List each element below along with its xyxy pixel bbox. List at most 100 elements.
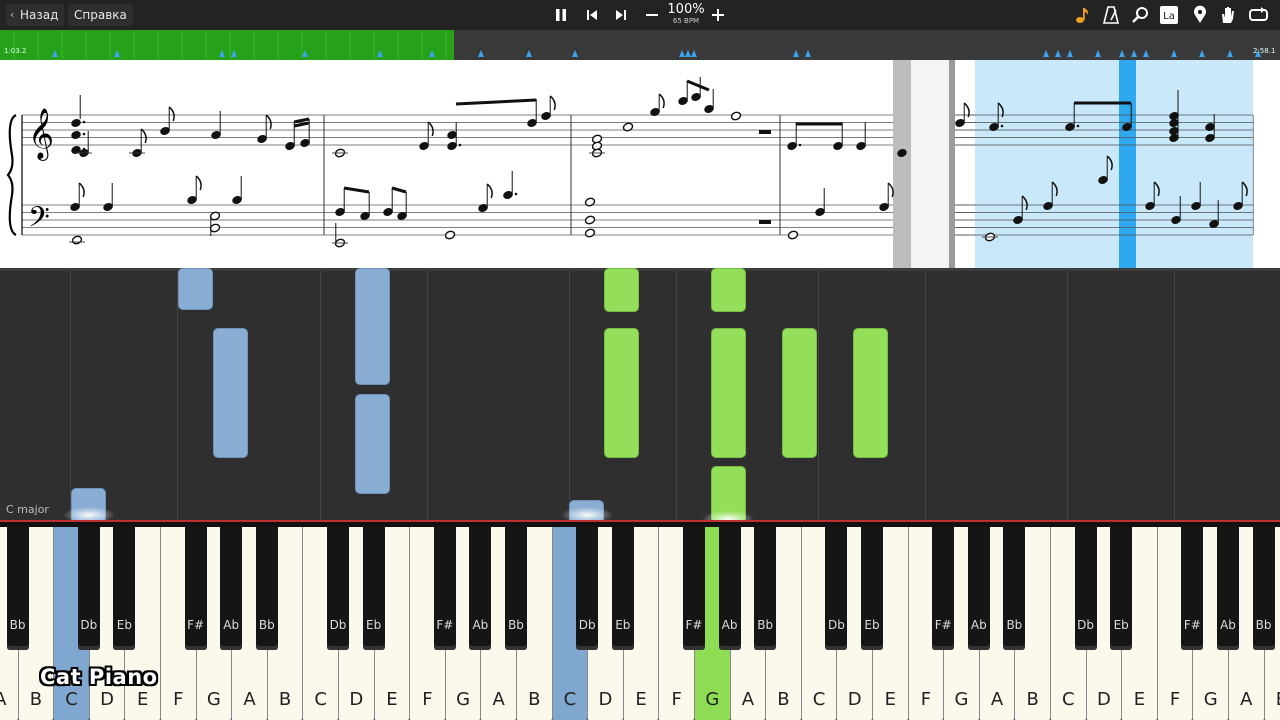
lane-divider — [1067, 271, 1068, 523]
note-beam — [391, 186, 407, 194]
black-key[interactable]: Eb — [362, 527, 385, 650]
note-flag — [265, 114, 272, 130]
note-head — [622, 122, 634, 132]
key-label: F# — [934, 618, 952, 632]
key-label: F — [920, 689, 932, 710]
skip-forward-button[interactable] — [610, 4, 632, 26]
key-label: Ab — [223, 618, 240, 632]
black-key[interactable]: Bb — [754, 527, 777, 650]
black-key[interactable]: Ab — [220, 527, 243, 650]
key-label: Db — [827, 618, 845, 632]
sound-button[interactable] — [1072, 5, 1092, 25]
black-key[interactable]: Ab — [718, 527, 741, 650]
note-flag — [427, 121, 434, 137]
right-hand-note — [782, 328, 817, 458]
markers-button[interactable] — [1190, 5, 1210, 25]
right-hand-note — [604, 268, 639, 312]
key-label: Eb — [615, 618, 631, 632]
black-key[interactable]: Ab — [1217, 527, 1239, 650]
note-flag — [140, 128, 147, 144]
key-label: F# — [1183, 618, 1201, 632]
search-button[interactable] — [1130, 5, 1150, 25]
metronome-button[interactable] — [1101, 5, 1121, 25]
black-key[interactable]: F# — [1181, 527, 1204, 650]
sheet-music[interactable]: 𝄞 𝄢 — [0, 60, 1280, 268]
song-timeline[interactable]: 1:03.2 2:58.1 — [0, 30, 1280, 60]
black-key[interactable]: Eb — [611, 527, 634, 650]
timeline-marker — [1043, 50, 1049, 57]
skip-back-button[interactable] — [581, 4, 603, 26]
note-dot — [82, 132, 86, 136]
note-head — [787, 230, 799, 240]
metronome-icon — [1102, 6, 1120, 24]
key-label: Bb — [1006, 618, 1023, 632]
black-key[interactable]: F# — [184, 527, 207, 650]
black-key[interactable]: Db — [77, 527, 100, 650]
loop-button[interactable] — [1248, 5, 1268, 25]
tempo-increase-button[interactable] — [707, 4, 729, 26]
key-label: Bb — [9, 618, 26, 632]
black-key[interactable]: Db — [825, 527, 848, 650]
key-label: F — [422, 689, 433, 710]
note-dot — [82, 120, 86, 124]
black-key[interactable]: F# — [433, 527, 456, 650]
black-key[interactable]: Bb — [505, 527, 527, 650]
timeline-marker — [526, 50, 532, 57]
lane-divider — [1174, 271, 1175, 523]
key-label: G — [456, 689, 471, 710]
note-beam — [686, 79, 710, 92]
key-signature-label: C major — [6, 503, 49, 516]
black-key[interactable]: Eb — [861, 527, 883, 650]
black-key[interactable]: Eb — [113, 527, 136, 650]
key-label: Ab — [970, 618, 987, 632]
black-key[interactable]: Bb — [6, 527, 29, 650]
sheet-music-canvas: 𝄞𝄢 — [6, 60, 1254, 268]
key-label: D — [100, 689, 115, 710]
black-key[interactable]: Db — [327, 527, 349, 650]
black-key[interactable]: Ab — [469, 527, 492, 650]
black-key[interactable]: Bb — [1003, 527, 1026, 650]
bass-clef: 𝄢 — [28, 201, 50, 241]
black-key[interactable]: Bb — [1252, 527, 1275, 650]
lane-divider — [320, 271, 321, 523]
timeline-marker — [1143, 50, 1149, 57]
timeline-marker — [1067, 50, 1073, 57]
timeline-marker — [1095, 50, 1101, 57]
black-key[interactable]: Bb — [255, 527, 278, 650]
pause-button[interactable] — [550, 4, 572, 26]
tempo-decrease-button[interactable] — [641, 4, 663, 26]
timeline-marker — [302, 50, 308, 57]
note-labels-button[interactable]: La — [1159, 5, 1179, 25]
black-key[interactable]: Db — [1074, 527, 1097, 650]
plus-icon — [712, 9, 724, 21]
key-label: E — [137, 689, 149, 710]
black-key[interactable]: F# — [683, 527, 705, 650]
lane-divider — [818, 271, 819, 523]
help-button-label: Справка — [74, 8, 127, 22]
timeline-marker — [114, 50, 120, 57]
key-label: C — [65, 689, 78, 710]
key-label: Ab — [472, 618, 489, 632]
black-key[interactable]: Eb — [1110, 527, 1133, 650]
timeline-marker — [1199, 50, 1205, 57]
skip-forward-icon — [616, 10, 626, 20]
page-divider — [949, 60, 955, 268]
black-key[interactable]: F# — [932, 527, 955, 650]
key-label: Db — [80, 618, 98, 632]
note-head — [584, 215, 596, 225]
lane-divider — [676, 271, 677, 523]
key-label: Bb — [1255, 618, 1272, 632]
black-key[interactable]: Ab — [967, 527, 990, 650]
hands-button[interactable] — [1218, 5, 1238, 25]
key-label: A — [243, 689, 256, 710]
help-button[interactable]: Справка — [68, 4, 133, 26]
black-key[interactable]: Db — [576, 527, 599, 650]
piano-keyboard[interactable]: ABCDEFGABCDEFGABCDEFGABCDEFGABCDEFGABBbD… — [0, 520, 1280, 720]
note-dot — [798, 143, 802, 147]
key-label: Bb — [508, 618, 524, 632]
key-label: G — [954, 689, 969, 710]
key-label: C — [563, 689, 577, 710]
back-button[interactable]: ‹ Назад — [6, 4, 65, 26]
treble-clef: 𝄞 — [28, 108, 54, 161]
timeline-marker — [219, 50, 225, 57]
